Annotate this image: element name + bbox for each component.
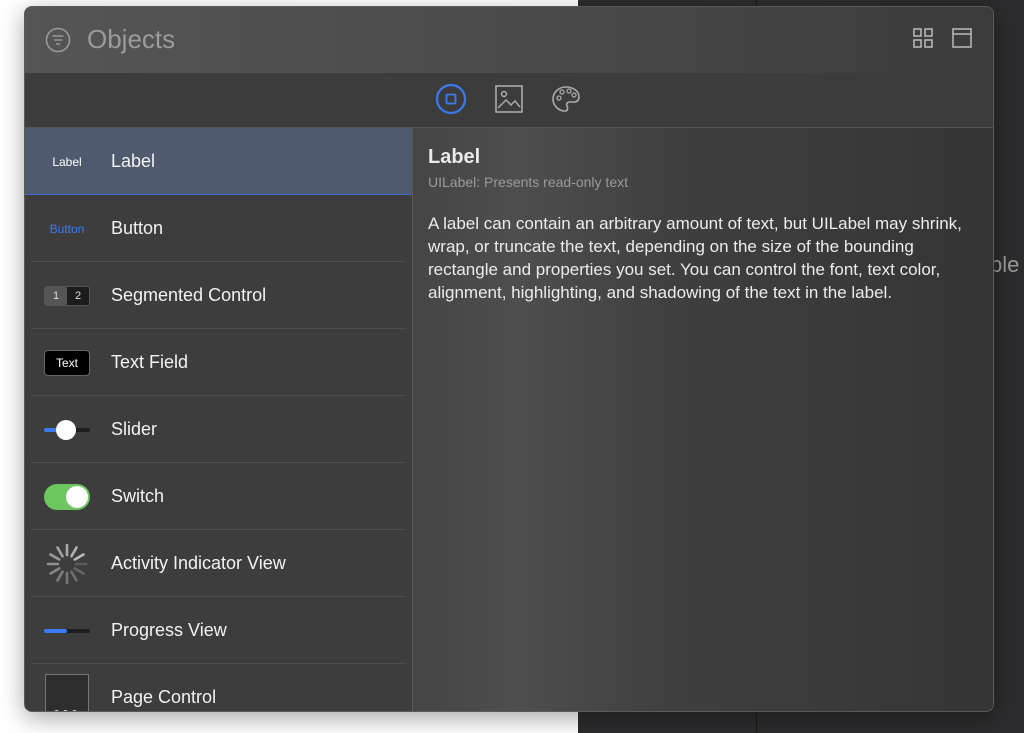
- detail-pane: Label UILabel: Presents read-only text A…: [413, 128, 993, 711]
- segment-1-text: 1: [45, 287, 67, 305]
- background-partial-text: ble: [990, 252, 1020, 277]
- list-item-activity-indicator[interactable]: Activity Indicator View: [25, 530, 412, 597]
- library-header: Objects: [25, 7, 993, 74]
- list-item-label[interactable]: Label Label: [25, 128, 412, 195]
- progress-view-thumbnail-icon: [43, 616, 91, 646]
- text-field-thumbnail-text: Text: [44, 350, 90, 376]
- list-item-title: Switch: [111, 486, 165, 506]
- tab-media[interactable]: [493, 83, 525, 115]
- tab-objects[interactable]: [435, 83, 467, 115]
- list-item-segmented-control[interactable]: 1 2 Segmented Control: [25, 262, 412, 329]
- page-control-thumbnail-icon: [45, 674, 89, 711]
- list-item-progress-view[interactable]: Progress View: [25, 597, 412, 664]
- list-item-title: Label: [111, 151, 156, 171]
- list-item-page-control[interactable]: Page Control: [25, 664, 412, 711]
- segmented-control-thumbnail-icon: 1 2: [43, 281, 91, 311]
- list-item-button[interactable]: Button Button: [25, 195, 412, 262]
- object-list[interactable]: Label Label Button Button 1 2 Segmented …: [25, 128, 413, 711]
- list-item-title: Segmented Control: [111, 285, 267, 305]
- label-thumbnail-text: Label: [52, 155, 82, 169]
- window-mode-icon[interactable]: [951, 27, 973, 49]
- list-item-title: Page Control: [111, 687, 217, 707]
- segment-2-text: 2: [74, 290, 82, 302]
- button-thumbnail-text: Button: [49, 222, 85, 236]
- object-library-popover: Objects Label Label Button Button 1 2 Se…: [24, 6, 994, 712]
- list-item-switch[interactable]: Switch: [25, 463, 412, 530]
- library-tabs: [25, 73, 993, 128]
- tab-colors[interactable]: [550, 83, 582, 115]
- label-thumbnail-icon: Label: [43, 147, 91, 177]
- list-item-title: Progress View: [111, 620, 227, 640]
- text-field-thumbnail-icon: Text: [43, 348, 91, 378]
- button-thumbnail-icon: Button: [43, 214, 91, 244]
- slider-thumbnail-icon: [43, 415, 91, 445]
- activity-indicator-thumbnail-icon: [43, 543, 91, 585]
- list-item-title: Slider: [111, 419, 158, 439]
- grid-view-icon[interactable]: [912, 27, 934, 49]
- detail-description: A label can contain an arbitrary amount …: [428, 214, 962, 302]
- list-item-slider[interactable]: Slider: [25, 396, 412, 463]
- list-item-title: Text Field: [111, 352, 189, 372]
- list-item-title: Button: [111, 218, 164, 238]
- list-item-text-field[interactable]: Text Text Field: [25, 329, 412, 396]
- list-item-title: Activity Indicator View: [111, 553, 286, 573]
- detail-subtitle: UILabel: Presents read-only text: [428, 174, 628, 190]
- switch-thumbnail-icon: [43, 482, 91, 512]
- library-title: Objects: [87, 24, 176, 54]
- filter-icon[interactable]: [45, 27, 71, 53]
- detail-title: Label: [428, 146, 481, 168]
